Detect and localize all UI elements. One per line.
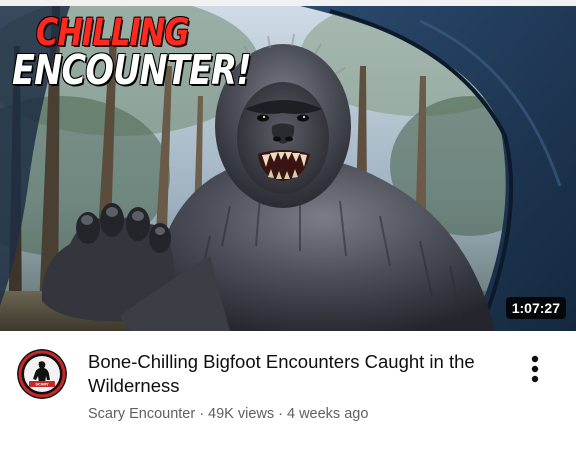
more-options-button[interactable] [522, 351, 548, 387]
vertical-ellipsis-icon [531, 355, 539, 383]
video-metadata: Scary Encounter · 49K views · 4 weeks ago [88, 406, 368, 422]
meta-separator: · [199, 406, 205, 422]
svg-text:SCARY: SCARY [35, 383, 49, 387]
channel-avatar[interactable]: SCARY [17, 349, 67, 399]
meta-separator: · [278, 406, 283, 422]
bigfoot-logo-icon: SCARY [17, 349, 67, 399]
video-info-row: SCARY Bone-Chilling Bigfoot Encounters C… [0, 331, 576, 467]
upload-age: 4 weeks ago [286, 406, 369, 422]
video-title[interactable]: Bone-Chilling Bigfoot Encounters Caught … [88, 350, 488, 398]
video-card: CHILLING ENCOUNTER! 1:07:27 SCARY Bone-C… [0, 0, 576, 467]
video-thumbnail[interactable]: CHILLING ENCOUNTER! 1:07:27 [0, 6, 576, 331]
channel-name[interactable]: Scary Encounter [88, 406, 195, 422]
duration-badge: 1:07:27 [505, 297, 566, 319]
thumbnail-overlay-title-white: ENCOUNTER! [12, 46, 252, 94]
view-count: 49K views [208, 406, 275, 422]
